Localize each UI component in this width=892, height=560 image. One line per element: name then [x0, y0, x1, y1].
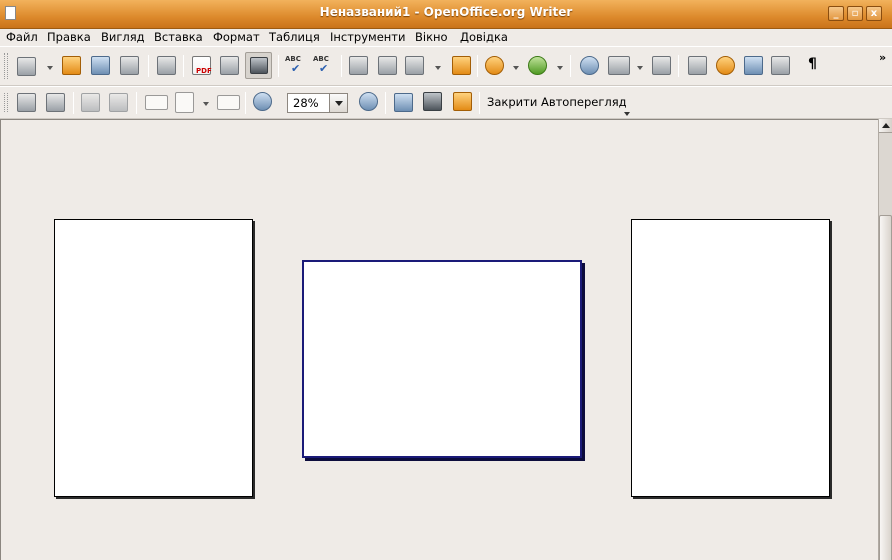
zoom-dropdown-button[interactable]	[329, 94, 347, 112]
zoom-combobox[interactable]: 28%	[287, 93, 348, 113]
print-page-view-icon[interactable]	[453, 92, 472, 111]
print-options-icon[interactable]	[423, 92, 442, 111]
table-icon[interactable]	[608, 56, 630, 75]
redo-dropdown-arrow-icon[interactable]	[557, 66, 563, 70]
menu-insert[interactable]: Вставка	[154, 30, 203, 44]
toolbar-separator	[477, 55, 478, 77]
preview-workspace[interactable]	[0, 119, 878, 560]
toolbar-separator	[479, 92, 480, 114]
spellcheck-icon[interactable]: ABC ✔	[285, 55, 304, 75]
maximize-button[interactable]: ▫	[847, 6, 863, 21]
zoom-in-icon[interactable]	[253, 92, 272, 111]
toolbar-separator	[278, 55, 279, 77]
open-folder-icon[interactable]	[62, 56, 81, 75]
toolbar-separator	[73, 92, 74, 114]
find-replace-icon[interactable]	[688, 56, 707, 75]
show-draw-functions-icon[interactable]	[652, 56, 671, 75]
pdf-icon-label: PDF	[196, 67, 212, 75]
menu-tools[interactable]: Інструменти	[330, 30, 405, 44]
data-sources-icon[interactable]	[771, 56, 790, 75]
print-icon[interactable]	[220, 56, 239, 75]
toolbar-separator	[678, 55, 679, 77]
full-screen-icon[interactable]	[394, 93, 413, 112]
toolbar-separator	[136, 92, 137, 114]
preview-page-right[interactable]	[631, 219, 830, 497]
save-icon[interactable]	[91, 56, 110, 75]
zoom-value: 28%	[293, 96, 319, 110]
export-pdf-icon[interactable]: PDF	[192, 56, 212, 75]
close-window-button[interactable]: x	[866, 6, 882, 21]
toolbar-grip[interactable]	[4, 53, 8, 79]
undo-dropdown-arrow-icon[interactable]	[513, 66, 519, 70]
toolbar-separator	[148, 55, 149, 77]
vertical-scrollbar[interactable]	[878, 119, 892, 560]
page-preview-icon	[250, 57, 268, 74]
menu-bar: Файл Правка Вигляд Вставка Формат Таблиц…	[0, 29, 892, 46]
toolbar-separator	[183, 55, 184, 77]
toolbar-separator	[341, 55, 342, 77]
toolbar-separator	[385, 92, 386, 114]
first-page-icon[interactable]	[81, 93, 100, 112]
multiple-pages-dropdown-arrow-icon[interactable]	[203, 102, 209, 106]
edit-file-icon[interactable]	[157, 56, 176, 75]
minimize-button[interactable]: _	[828, 6, 844, 21]
toolbar-overflow-icon[interactable]: »	[879, 51, 886, 64]
email-document-icon[interactable]	[120, 56, 139, 75]
paste-icon[interactable]	[405, 56, 424, 75]
clone-formatting-icon[interactable]	[452, 56, 471, 75]
menu-edit[interactable]: Правка	[47, 30, 91, 44]
page-preview-toggle[interactable]	[245, 52, 272, 79]
last-page-icon[interactable]	[109, 93, 128, 112]
standard-toolbar: PDF ABC ✔ ABC ✔ ¶ »	[0, 46, 892, 86]
zoom-out-icon[interactable]	[359, 92, 378, 111]
toolbar-options-arrow-icon[interactable]	[624, 112, 630, 116]
toolbar-grip[interactable]	[4, 93, 8, 112]
preview-page-selected[interactable]	[302, 260, 582, 458]
previous-page-icon[interactable]	[17, 93, 36, 112]
next-page-icon[interactable]	[46, 93, 65, 112]
autospellcheck-icon[interactable]: ABC ✔	[313, 55, 332, 75]
copy-icon[interactable]	[378, 56, 397, 75]
nonprinting-characters-icon[interactable]: ¶	[808, 56, 817, 72]
redo-icon[interactable]	[528, 56, 547, 75]
page-preview-toolbar: 28% Закрити Автоперегляд	[0, 86, 892, 119]
check-mark-icon: ✔	[319, 62, 329, 75]
cut-icon[interactable]	[349, 56, 368, 75]
toolbar-separator	[570, 55, 571, 77]
undo-icon[interactable]	[485, 56, 504, 75]
book-preview-icon[interactable]	[217, 95, 240, 110]
close-preview-button[interactable]: Закрити Автоперегляд	[487, 95, 627, 109]
two-pages-icon[interactable]	[145, 95, 168, 110]
new-dropdown-arrow-icon[interactable]	[47, 66, 53, 70]
menu-help[interactable]: Довідка	[460, 30, 508, 44]
scroll-up-button[interactable]	[879, 119, 892, 133]
menu-file[interactable]: Файл	[6, 30, 38, 44]
window-title: Неназваний1 - OpenOffice.org Writer	[319, 5, 573, 19]
toolbar-separator	[245, 92, 246, 114]
menu-view[interactable]: Вигляд	[101, 30, 145, 44]
new-document-icon[interactable]	[17, 57, 36, 76]
menu-table[interactable]: Таблиця	[269, 30, 320, 44]
multiple-pages-icon[interactable]	[175, 92, 194, 113]
hyperlink-icon[interactable]	[580, 56, 599, 75]
menu-window[interactable]: Вікно	[415, 30, 448, 44]
scroll-thumb[interactable]	[879, 215, 892, 560]
paste-dropdown-arrow-icon[interactable]	[435, 66, 441, 70]
navigator-icon[interactable]	[716, 56, 735, 75]
check-mark-icon: ✔	[291, 62, 301, 75]
title-bar[interactable]: Неназваний1 - OpenOffice.org Writer _ ▫ …	[0, 0, 892, 29]
table-dropdown-arrow-icon[interactable]	[637, 66, 643, 70]
preview-page-left[interactable]	[54, 219, 253, 497]
menu-format[interactable]: Формат	[213, 30, 260, 44]
gallery-icon[interactable]	[744, 56, 763, 75]
